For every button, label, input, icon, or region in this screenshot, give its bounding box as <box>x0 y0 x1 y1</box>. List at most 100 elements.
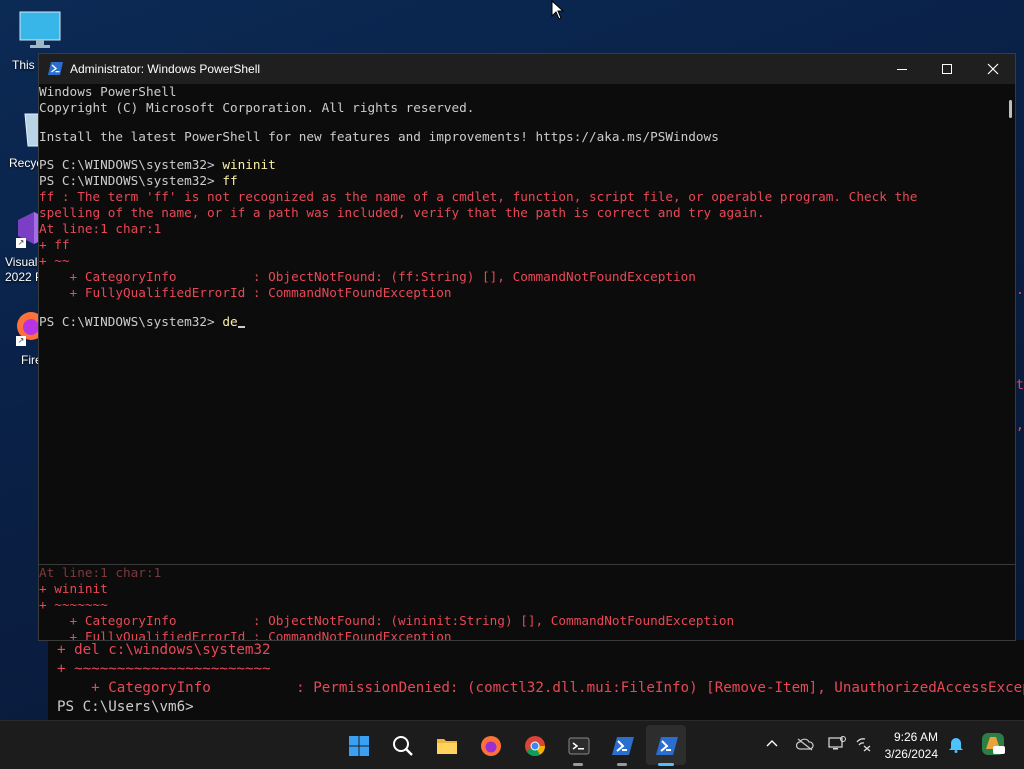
clock-time: 9:26 AM <box>893 730 938 744</box>
shortcut-arrow-icon: ↗ <box>16 336 26 346</box>
powershell-icon <box>48 62 63 75</box>
background-window-edge-text: t <box>1016 378 1024 393</box>
console-line: ff : The term 'ff' is not recognized as … <box>39 189 1005 205</box>
console-line-text: + ~~~~~~~ <box>39 597 108 612</box>
console-line-text: ff : The term 'ff' is not recognized as … <box>39 189 918 205</box>
mouse-cursor-icon <box>551 0 565 20</box>
taskbar-file-explorer[interactable] <box>426 725 466 765</box>
display-icon[interactable] <box>828 736 846 752</box>
console-line: Install the latest PowerShell for new fe… <box>39 129 1005 145</box>
console-line-text: + CategoryInfo : ObjectNotFound: (winini… <box>39 613 735 628</box>
console-line: + ~~~~~~~ <box>39 597 1015 613</box>
taskbar-terminal[interactable] <box>558 725 598 766</box>
onedrive-icon[interactable] <box>796 737 814 751</box>
console-line: + wininit <box>39 581 1015 597</box>
console-line-text: At line:1 char:1 <box>39 565 162 580</box>
terminal-icon <box>568 737 590 755</box>
notification-bell-icon[interactable] <box>948 735 964 753</box>
console-line: PS C:\WINDOWS\system32> ff <box>39 173 1005 189</box>
firefox-icon <box>481 736 501 756</box>
active-indicator <box>658 763 674 766</box>
start-button[interactable] <box>338 725 378 765</box>
console-line-text: At line:1 char:1 <box>39 221 162 237</box>
console-line: + CategoryInfo : PermissionDenied: (comc… <box>57 679 1024 698</box>
console-line-text: + FullyQualifiedErrorId : CommandNotFoun… <box>39 629 452 641</box>
background-window-edge-text: .s <box>1016 283 1024 298</box>
console-line-text: + wininit <box>39 581 108 596</box>
search-icon <box>393 736 413 756</box>
text-cursor <box>237 326 245 329</box>
console-line: + del c:\windows\system32 <box>57 641 1024 660</box>
chevron-up-icon[interactable] <box>766 738 778 750</box>
console-line-text: + ~~ <box>39 253 70 269</box>
console-line: Windows PowerShell <box>39 84 1005 100</box>
title-bar[interactable]: Administrator: Windows PowerShell <box>39 54 1015 84</box>
powershell-icon <box>612 737 634 755</box>
minimize-button[interactable] <box>879 54 925 84</box>
taskbar-firefox[interactable] <box>470 725 510 765</box>
console-line-text: spelling of the name, or if a path was i… <box>39 205 765 221</box>
console-line: + FullyQualifiedErrorId : CommandNotFoun… <box>39 629 1015 641</box>
console-line: + CategoryInfo : ObjectNotFound: (ff:Str… <box>39 269 1005 285</box>
background-terminal-window[interactable]: + del c:\windows\system32 + ~~~~~~~~~~~~~… <box>48 640 1024 720</box>
console-line-text: + FullyQualifiedErrorId : CommandNotFoun… <box>39 285 452 301</box>
maximize-button[interactable] <box>924 54 970 84</box>
console-line: + FullyQualifiedErrorId : CommandNotFoun… <box>39 285 1005 301</box>
background-window-edge-text: ,e <box>1016 418 1024 433</box>
copilot-icon[interactable] <box>980 731 1006 757</box>
network-icon[interactable] <box>855 736 871 752</box>
console-line-text: Windows PowerShell <box>39 84 177 99</box>
console-line: + ~~ <box>39 253 1005 269</box>
powershell-icon <box>656 737 678 755</box>
console-line-text: PS C:\WINDOWS\system32> <box>39 157 223 173</box>
clock[interactable]: 9:26 AM 3/26/2024 <box>885 729 938 763</box>
taskbar-chrome[interactable] <box>514 725 554 765</box>
running-indicator <box>617 763 627 766</box>
console-line-text: + CategoryInfo : ObjectNotFound: (ff:Str… <box>39 269 696 285</box>
console-line-text: Install the latest PowerShell for new fe… <box>39 128 719 144</box>
taskbar-powershell-active[interactable] <box>646 725 686 766</box>
shortcut-arrow-icon: ↗ <box>16 238 26 248</box>
console-line: + ff <box>39 237 1005 253</box>
console-scrollbar[interactable] <box>1005 84 1015 564</box>
console-line-text: + ~~~~~~~~~~~~~~~~~~~~~~~ <box>57 661 271 677</box>
start-icon <box>349 736 369 756</box>
console-line-text: Copyright (C) Microsoft Corporation. All… <box>39 100 475 115</box>
console-output[interactable]: Windows PowerShell Copyright (C) Microsof… <box>39 84 1005 564</box>
taskbar-powershell[interactable] <box>602 725 642 766</box>
console-line-text: PS C:\WINDOWS\system32> <box>39 173 223 189</box>
close-button[interactable] <box>970 54 1015 84</box>
console-line-text: PS C:\WINDOWS\system32> <box>39 314 223 330</box>
clock-date: 3/26/2024 <box>884 747 938 761</box>
console-line: At line:1 char:1 <box>39 221 1005 237</box>
taskbar: 9:26 AM 3/26/2024 <box>0 720 1024 769</box>
running-indicator <box>573 763 583 766</box>
console-line: PS C:\WINDOWS\system32> wininit <box>39 157 1005 173</box>
file-explorer-icon <box>437 739 457 754</box>
console-command: de <box>222 314 238 330</box>
monitor-icon <box>19 11 61 48</box>
powershell-window[interactable]: Administrator: Windows PowerShell Window… <box>38 53 1016 641</box>
console-text: Windows PowerShell Copyright (C) Microsof… <box>39 84 1005 330</box>
console-line: + ~~~~~~~~~~~~~~~~~~~~~~~ <box>57 660 1024 679</box>
search-button[interactable] <box>382 725 422 765</box>
console-line: + CategoryInfo : ObjectNotFound: (winini… <box>39 613 1015 629</box>
scrollbar-thumb[interactable] <box>1009 100 1012 118</box>
console-command: wininit <box>222 157 276 173</box>
maximize-icon <box>942 64 952 74</box>
console-line-text: + CategoryInfo : PermissionDenied: (comc… <box>57 680 1024 696</box>
console-line: At line:1 char:1 <box>39 565 1015 581</box>
console-lower-text: At line:1 char:1 + wininit + ~~~~~~~ + Cat… <box>39 565 1015 641</box>
console-line: PS C:\Users\vm6> <box>57 698 1024 717</box>
console-command: ff <box>222 173 238 189</box>
chrome-icon <box>525 736 546 757</box>
background-terminal-output: + del c:\windows\system32 + ~~~~~~~~~~~~~… <box>48 640 1024 717</box>
console-line: PS C:\WINDOWS\system32> de <box>39 314 1005 330</box>
window-title: Administrator: Windows PowerShell <box>70 62 261 76</box>
console-lower-pane[interactable]: At line:1 char:1 + wininit + ~~~~~~~ + Cat… <box>39 565 1015 641</box>
minimize-icon <box>897 69 907 70</box>
close-icon <box>987 63 999 75</box>
